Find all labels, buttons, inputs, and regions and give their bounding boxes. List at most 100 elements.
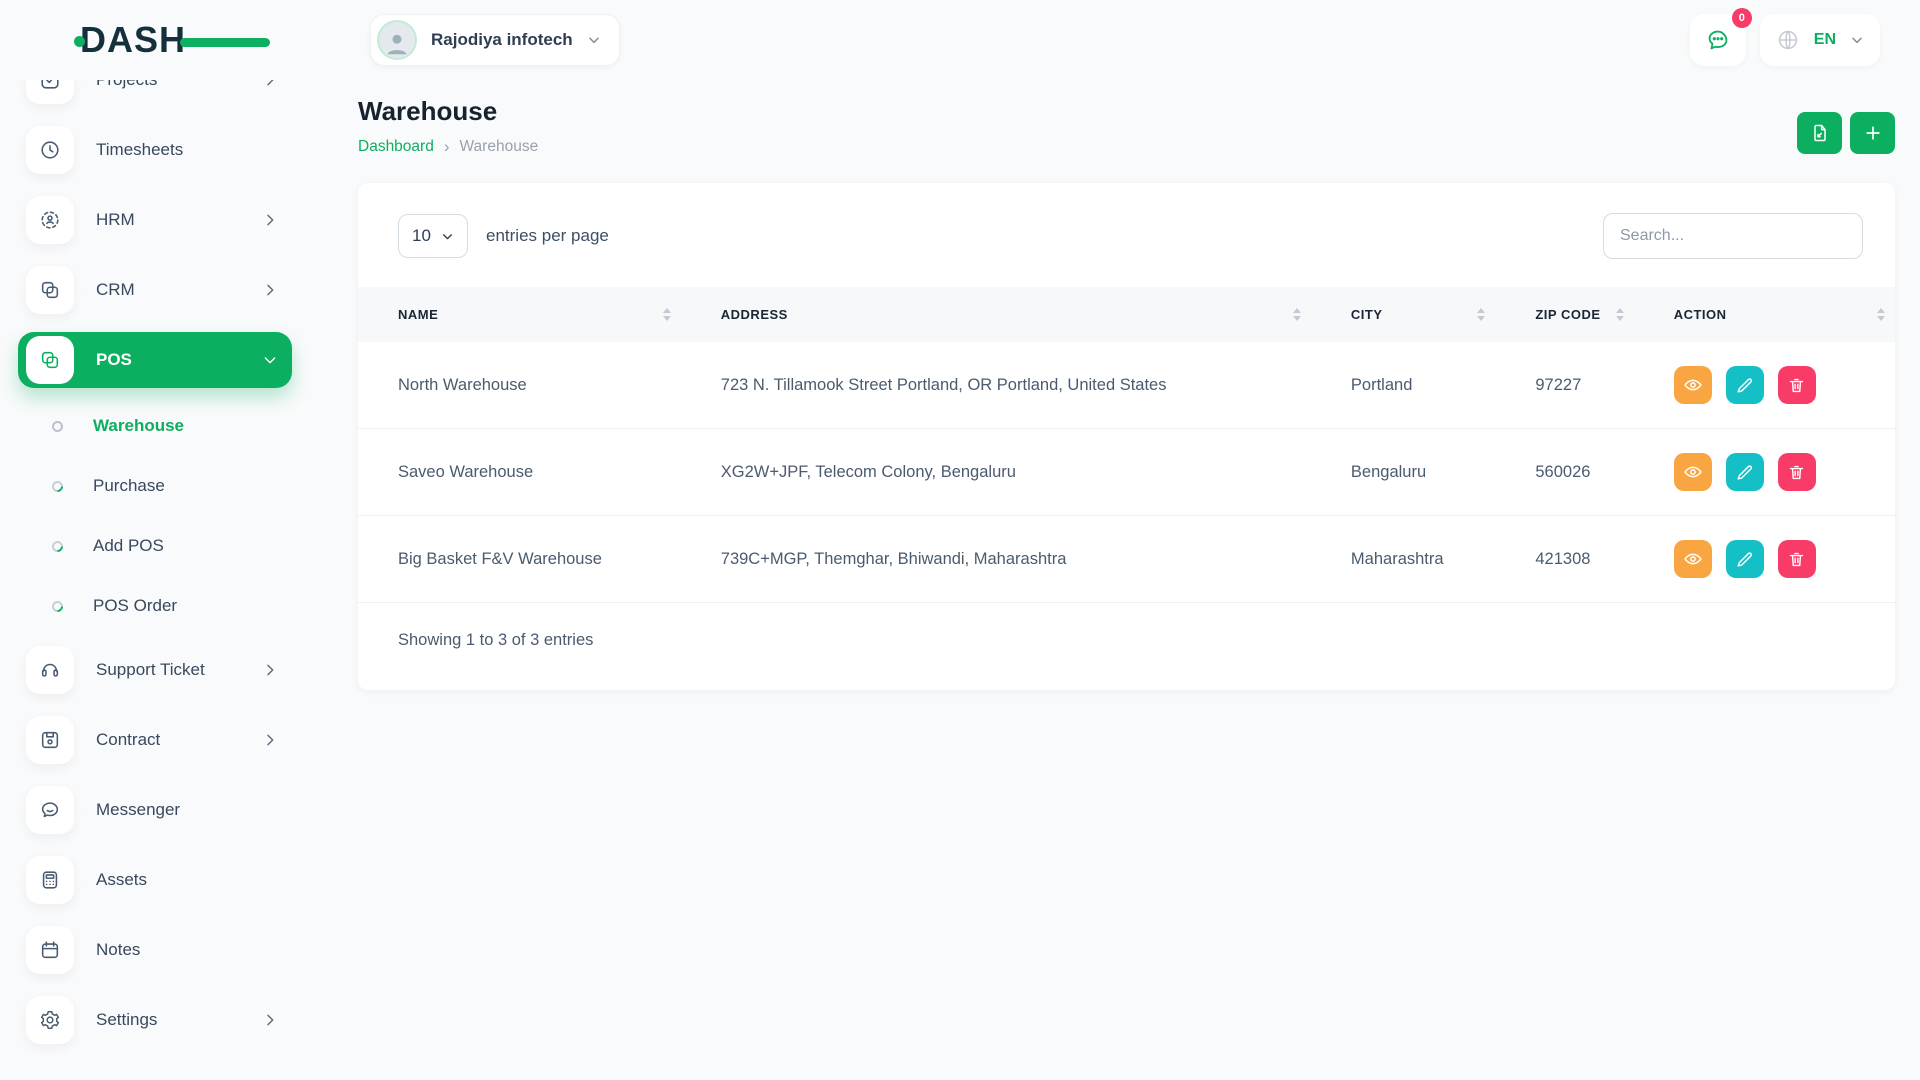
bullet-icon — [52, 420, 63, 432]
user-scan-icon — [26, 196, 74, 244]
sidebar-item-timesheets[interactable]: Timesheets — [18, 122, 292, 178]
cell-city: Bengaluru — [1310, 428, 1496, 516]
cell-name: North Warehouse — [358, 342, 681, 429]
sidebar-subitem-add-pos[interactable]: Add POS — [18, 522, 292, 570]
view-button[interactable] — [1673, 366, 1712, 404]
breadcrumb-separator-icon: › — [443, 137, 450, 156]
page-actions — [1797, 112, 1895, 154]
sidebar-item-label: Messenger — [96, 800, 181, 819]
cell-address: XG2W+JPF, Telecom Colony, Bengaluru — [680, 428, 1311, 516]
company-selector[interactable]: Rajodiya infotech — [370, 14, 620, 66]
headset-icon — [26, 646, 74, 694]
topbar: Rajodiya infotech 0 EN — [310, 0, 1920, 80]
cell-city: Portland — [1310, 342, 1496, 429]
clock-icon — [26, 126, 74, 174]
topbar-right: 0 EN — [1689, 8, 1880, 66]
breadcrumb: Dashboard › Warehouse — [358, 137, 538, 157]
sort-icon[interactable] — [1477, 308, 1486, 321]
bullet-icon — [49, 598, 66, 614]
sidebar-menu: Projects Timesheets HRM CR — [0, 52, 310, 1080]
delete-button[interactable] — [1777, 453, 1816, 491]
view-button[interactable] — [1673, 453, 1712, 491]
chevron-down-icon — [587, 33, 601, 47]
edit-button[interactable] — [1725, 453, 1764, 491]
sidebar: DASH Projects Timesheets — [0, 0, 310, 1080]
table-header-row: NAME ADDRESS CITY ZIP CODE ACTION — [358, 287, 1895, 342]
sidebar-item-label: Assets — [96, 870, 148, 889]
app-layout: DASH Projects Timesheets — [0, 0, 1920, 1080]
edit-button[interactable] — [1725, 540, 1764, 578]
export-button[interactable] — [1797, 112, 1842, 154]
view-button[interactable] — [1673, 540, 1712, 578]
pencil-icon — [1737, 464, 1753, 480]
sidebar-item-crm[interactable]: CRM — [18, 262, 292, 318]
table-row: Big Basket F&V Warehouse 739C+MGP, Themg… — [358, 515, 1895, 603]
chevron-right-icon — [262, 212, 278, 228]
entries-per-page-label: entries per page — [486, 226, 609, 245]
sidebar-item-hrm[interactable]: HRM — [18, 192, 292, 248]
globe-icon — [1776, 28, 1800, 52]
messages-button[interactable]: 0 — [1689, 8, 1752, 66]
chevron-down-icon — [1850, 33, 1864, 47]
column-header-zip[interactable]: ZIP CODE — [1495, 287, 1633, 342]
column-header-city[interactable]: CITY — [1311, 287, 1495, 342]
column-header-address[interactable]: ADDRESS — [681, 287, 1311, 342]
table-row: Saveo Warehouse XG2W+JPF, Telecom Colony… — [358, 428, 1895, 516]
sidebar-subitem-purchase[interactable]: Purchase — [18, 462, 292, 510]
sidebar-subitem-pos-order[interactable]: POS Order — [18, 582, 292, 630]
floppy-disk-icon — [26, 716, 74, 764]
chevron-right-icon — [262, 282, 278, 298]
table-row: North Warehouse 723 N. Tillamook Street … — [358, 342, 1895, 429]
sidebar-item-messenger[interactable]: Messenger — [18, 782, 292, 838]
entries-per-page-select[interactable]: 10 — [398, 214, 468, 258]
sidebar-item-label: Timesheets — [96, 140, 184, 159]
column-header-action[interactable]: ACTION — [1634, 287, 1895, 342]
sort-icon[interactable] — [1615, 308, 1624, 321]
breadcrumb-dashboard-link[interactable]: Dashboard — [358, 138, 434, 156]
add-warehouse-button[interactable] — [1850, 112, 1895, 154]
cell-address: 723 N. Tillamook Street Portland, OR Por… — [680, 342, 1311, 429]
table-toolbar: 10 entries per page — [358, 213, 1895, 287]
search-input[interactable] — [1603, 213, 1863, 259]
company-avatar — [377, 20, 417, 60]
trash-icon — [1790, 378, 1804, 392]
sidebar-item-contract[interactable]: Contract — [18, 712, 292, 768]
bullet-icon — [49, 538, 66, 554]
page-header: Warehouse Dashboard › Warehouse — [358, 96, 1895, 157]
delete-button[interactable] — [1777, 540, 1816, 578]
sidebar-item-support-ticket[interactable]: Support Ticket — [18, 642, 292, 698]
eye-icon — [1684, 466, 1702, 478]
entries-value: 10 — [412, 226, 431, 245]
sort-icon[interactable] — [662, 308, 671, 321]
sidebar-item-assets[interactable]: Assets — [18, 852, 292, 908]
cell-name: Saveo Warehouse — [358, 428, 681, 516]
language-selector[interactable]: EN — [1759, 14, 1880, 66]
warehouse-card: 10 entries per page NAME ADDRESS CITY Z — [358, 183, 1895, 690]
bullet-icon — [49, 478, 66, 494]
brand-logo[interactable]: DASH — [0, 0, 310, 80]
frames-icon — [26, 266, 74, 314]
chevron-down-icon — [442, 233, 452, 239]
sidebar-subitem-warehouse[interactable]: Warehouse — [18, 402, 292, 450]
messages-badge: 0 — [1731, 8, 1752, 28]
cell-name: Big Basket F&V Warehouse — [358, 515, 681, 603]
sidebar-item-notes[interactable]: Notes — [18, 922, 292, 978]
cell-zip: 560026 — [1495, 428, 1634, 516]
sidebar-item-label: CRM — [96, 280, 135, 299]
trash-icon — [1790, 552, 1804, 566]
column-header-name[interactable]: NAME — [358, 287, 681, 342]
plus-icon — [1865, 126, 1880, 140]
logo-accent-bar — [180, 38, 270, 47]
language-code: EN — [1813, 31, 1836, 48]
delete-button[interactable] — [1777, 366, 1816, 404]
table-footer-summary: Showing 1 to 3 of 3 entries — [398, 631, 594, 649]
sidebar-item-pos[interactable]: POS — [18, 332, 292, 388]
cell-zip: 421308 — [1495, 515, 1634, 603]
edit-button[interactable] — [1725, 366, 1764, 404]
sort-icon[interactable] — [1877, 308, 1885, 321]
sidebar-item-settings[interactable]: Settings — [18, 992, 292, 1048]
warehouse-table: NAME ADDRESS CITY ZIP CODE ACTION North … — [358, 287, 1895, 603]
sort-icon[interactable] — [1292, 308, 1301, 321]
logo-accent-dot — [74, 36, 85, 47]
calendar-icon — [26, 926, 74, 974]
